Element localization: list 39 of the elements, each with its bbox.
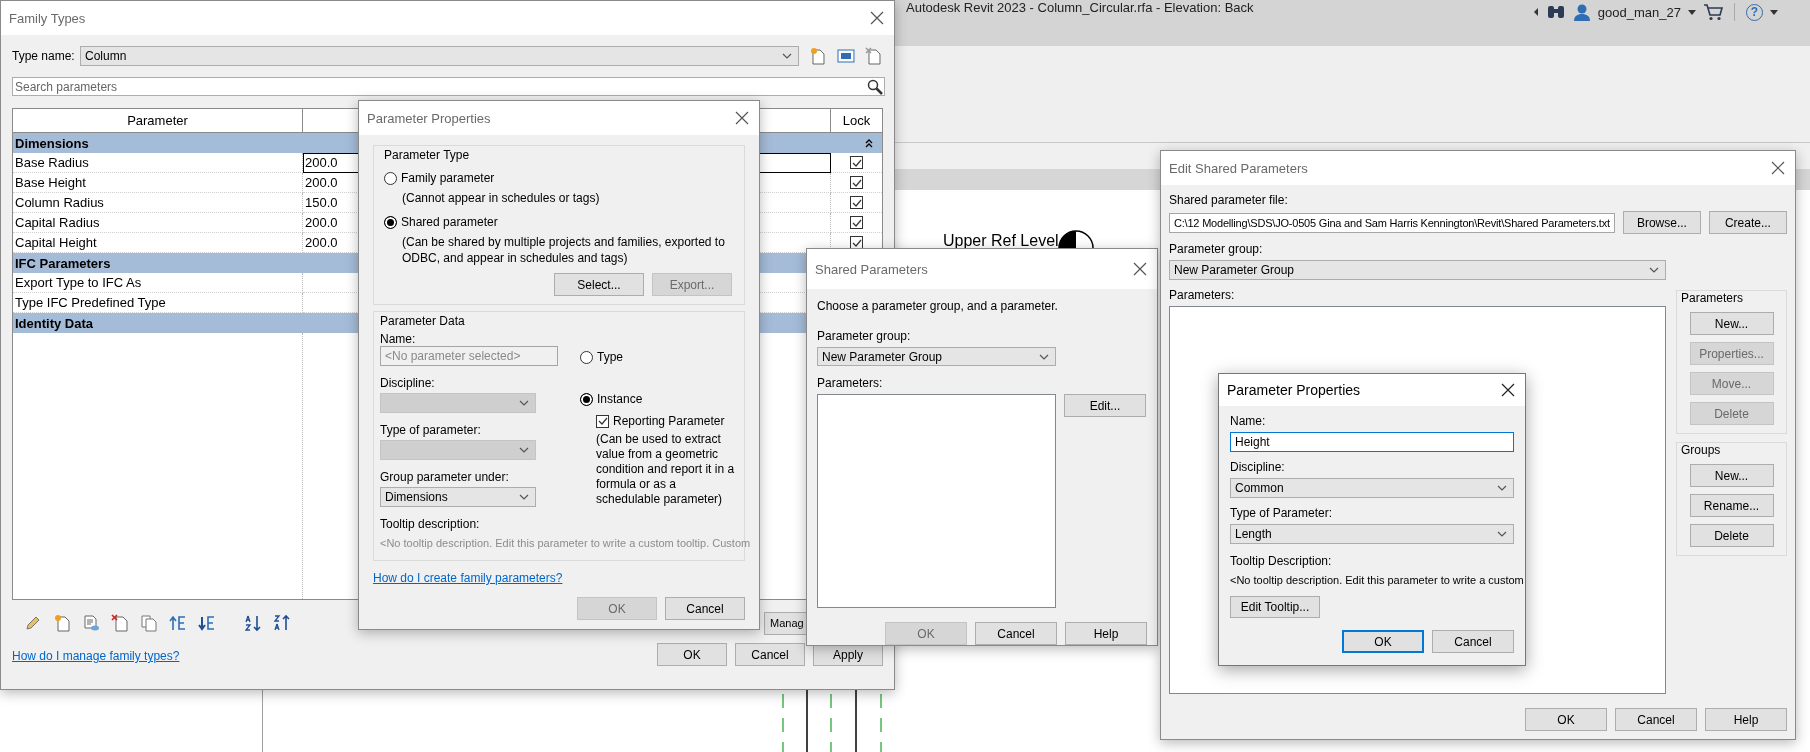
table-cell: Export Type to IFC As: [13, 273, 303, 293]
group-title: Dimensions: [15, 135, 89, 151]
instruction-text: Choose a parameter group, and a parameter.: [817, 299, 1059, 313]
field-label: Discipline:: [380, 376, 436, 390]
group-label: Groups: [1681, 443, 1721, 457]
window-title: Parameter Properties: [367, 110, 491, 126]
field-label: Discipline:: [1230, 460, 1286, 474]
table-cell: Base Radius: [13, 153, 303, 173]
field-label: Parameter group:: [817, 329, 912, 343]
group-title: Identity Data: [15, 315, 93, 331]
hint-text: (Cannot appear in schedules or tags): [402, 190, 601, 206]
field-label: Type of Parameter:: [1230, 506, 1334, 520]
field-label: Shared parameter file:: [1169, 193, 1289, 207]
window-title: Parameter Properties: [1227, 382, 1361, 398]
field-label: Group parameter under:: [380, 470, 510, 484]
group-label: Parameter Type: [384, 148, 471, 162]
app-title: Autodesk Revit 2023 - Column_Circular.rfa - Elevation: Back: [906, 0, 1254, 16]
tooltip-text: <No tooltip description. Edit this parameter to write a custom: [1230, 574, 1524, 586]
table-cell: Capital Radius: [13, 213, 303, 233]
field-label: Parameters:: [817, 376, 884, 390]
field-label: Parameters:: [1169, 288, 1236, 302]
hint-text: (Can be shared by multiple projects and families, exported to ODBC, and appear in schedules and tags): [402, 234, 726, 266]
level-label: Upper Ref Level: [943, 232, 1059, 250]
tooltip-text: <No tooltip description. Edit this parameter to write a custom tooltip. Custom: [380, 537, 751, 549]
field-label: Tooltip description:: [380, 517, 481, 531]
field-label: Name:: [1230, 414, 1267, 428]
group-label: Parameter Data: [380, 314, 466, 328]
field-label: Parameter group:: [1169, 242, 1264, 256]
window-title: Shared Parameters: [815, 261, 928, 277]
group-label: Parameters: [1681, 291, 1744, 305]
group-title: IFC Parameters: [15, 255, 111, 271]
field-label: Tooltip Description:: [1230, 554, 1333, 568]
window-title: Family Types: [9, 10, 86, 26]
table-cell: Column Radius: [13, 193, 303, 213]
field-label: Type of parameter:: [380, 423, 482, 437]
hint-text: (Can be used to extract value from a geometric condition and report it in a formula or as a schedulable parameter): [596, 432, 736, 507]
window-title: Edit Shared Parameters: [1169, 160, 1308, 176]
field-label: Name:: [380, 332, 417, 346]
table-cell: Base Height: [13, 173, 303, 193]
